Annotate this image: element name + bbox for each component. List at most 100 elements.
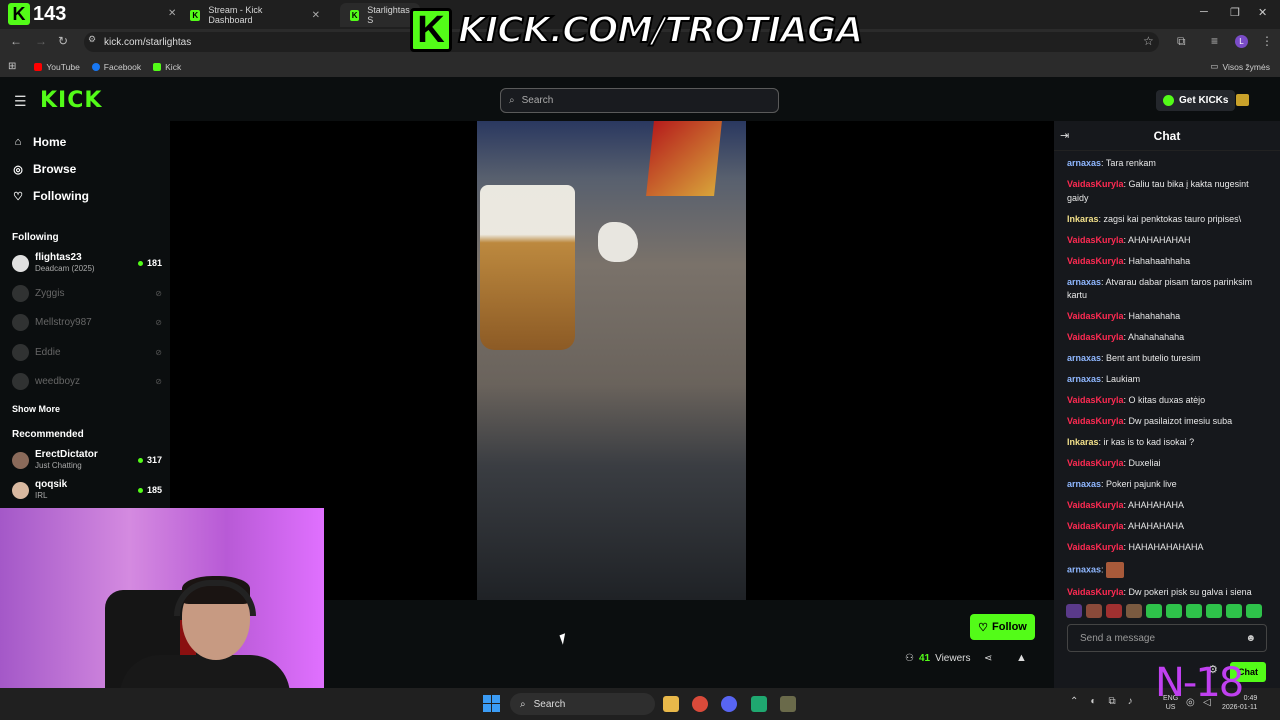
- emote-bar[interactable]: [1066, 604, 1262, 618]
- emote-icon[interactable]: [1106, 604, 1122, 618]
- chat-message: VaidasKuryla: Hahahaahhaha: [1067, 255, 1191, 266]
- chat-text: O kitas duxas atėjo: [1128, 395, 1206, 405]
- nav-following[interactable]: ♡ Following: [12, 189, 89, 203]
- chat-username[interactable]: VaidasKuryla: [1067, 416, 1124, 426]
- channel-mellstroy987[interactable]: Mellstroy987 ⊘: [12, 311, 162, 333]
- nav-home[interactable]: ⌂ Home: [12, 135, 67, 149]
- close-window-icon[interactable]: ✕: [1258, 6, 1267, 19]
- bookmark-facebook[interactable]: Facebook: [91, 62, 141, 72]
- forward-icon[interactable]: →: [35, 34, 47, 48]
- emote-icon[interactable]: [1086, 604, 1102, 618]
- chrome-icon[interactable]: [692, 696, 708, 712]
- media-icon[interactable]: ≡: [1211, 34, 1218, 48]
- chat-username[interactable]: VaidasKuryla: [1067, 587, 1124, 597]
- tray-app-icon[interactable]: ◐: [1090, 696, 1096, 707]
- channel-erectdictator[interactable]: ErectDictator Just Chatting 317: [12, 449, 162, 471]
- chat-input-placeholder: Send a message: [1080, 632, 1156, 644]
- emote-icon[interactable]: [1146, 604, 1162, 618]
- chat-text: AHAHAHAHA: [1128, 500, 1185, 510]
- site-info-icon[interactable]: ⚙: [88, 34, 96, 45]
- chat-username[interactable]: VaidasKuryla: [1067, 235, 1124, 245]
- chat-username[interactable]: arnaxas: [1067, 564, 1101, 574]
- chat-username[interactable]: VaidasKuryla: [1067, 395, 1124, 405]
- kick-logo[interactable]: KICK: [40, 88, 102, 113]
- chat-username[interactable]: arnaxas: [1067, 158, 1101, 168]
- chat-username[interactable]: VaidasKuryla: [1067, 179, 1124, 189]
- overlay-banner: K KICK.COM/TROTIAGA: [410, 5, 864, 55]
- reload-icon[interactable]: ↻: [58, 34, 68, 48]
- emote-icon[interactable]: [1226, 604, 1242, 618]
- channel-weedboyz[interactable]: weedboyz ⊘: [12, 370, 162, 392]
- emote-icon[interactable]: [1126, 604, 1142, 618]
- all-bookmarks-folder[interactable]: ▭ Visos žymės: [1210, 61, 1270, 72]
- channel-zyggis[interactable]: Zyggis ⊘: [12, 282, 162, 304]
- discord-icon[interactable]: [721, 696, 737, 712]
- channel-flightas23[interactable]: flightas23 Deadcam (2025) 181: [12, 252, 162, 274]
- search-icon: ⌕: [509, 95, 515, 106]
- kick-favicon-icon: K: [190, 9, 201, 21]
- chat-username[interactable]: VaidasKuryla: [1067, 311, 1124, 321]
- channel-qoqsik[interactable]: qoqsik IRL 185: [12, 479, 162, 501]
- app-icon[interactable]: [751, 696, 767, 712]
- bookmark-star-icon[interactable]: ☆: [1143, 34, 1154, 48]
- emote-icon[interactable]: [1186, 604, 1202, 618]
- bookmark-kick[interactable]: Kick: [153, 62, 181, 72]
- nav-browse[interactable]: ◎ Browse: [12, 162, 76, 176]
- collapse-chat-icon[interactable]: ⇥: [1060, 129, 1069, 142]
- minimize-icon[interactable]: ─: [1200, 6, 1208, 18]
- tray-app-icon[interactable]: ⧉: [1108, 696, 1115, 707]
- chat-username[interactable]: VaidasKuryla: [1067, 332, 1124, 342]
- emote-icon[interactable]: [1206, 604, 1222, 618]
- chat-username[interactable]: VaidasKuryla: [1067, 256, 1124, 266]
- browser-tab-starlightas[interactable]: K Starlightas S: [340, 3, 420, 27]
- channel-name: Eddie: [35, 346, 61, 358]
- close-tab-icon[interactable]: ✕: [312, 10, 320, 21]
- chat-header: Chat: [1054, 121, 1280, 151]
- emote-icon[interactable]: [1246, 604, 1262, 618]
- emoji-picker-icon[interactable]: ☻: [1245, 633, 1256, 644]
- chat-username[interactable]: arnaxas: [1067, 479, 1101, 489]
- chat-message: VaidasKuryla: Hahahahaha: [1067, 311, 1181, 321]
- share-icon[interactable]: ⋖: [984, 653, 992, 664]
- extensions-icon[interactable]: ⧉: [1177, 34, 1186, 49]
- profile-avatar[interactable]: L: [1235, 35, 1248, 48]
- channel-eddie[interactable]: Eddie ⊘: [12, 341, 162, 363]
- close-tab-icon[interactable]: ✕: [168, 8, 176, 19]
- channel-category: IRL: [35, 491, 48, 500]
- hamburger-menu-icon[interactable]: ☰: [14, 93, 27, 110]
- maximize-icon[interactable]: ❐: [1230, 6, 1240, 19]
- search-input[interactable]: ⌕ Search: [500, 88, 779, 113]
- chat-username[interactable]: VaidasKuryla: [1067, 458, 1124, 468]
- get-kicks-button[interactable]: Get KICKs: [1156, 90, 1236, 111]
- chat-username[interactable]: Inkaras: [1067, 437, 1099, 447]
- user-avatar[interactable]: [1236, 94, 1249, 106]
- chat-username[interactable]: arnaxas: [1067, 277, 1101, 287]
- microphone-icon[interactable]: ♪: [1128, 696, 1133, 707]
- browser-tab-dashboard[interactable]: K Stream - Kick Dashboard ✕: [180, 3, 330, 27]
- back-icon[interactable]: ←: [10, 34, 22, 48]
- chat-username[interactable]: VaidasKuryla: [1067, 542, 1124, 552]
- chat-username[interactable]: arnaxas: [1067, 353, 1101, 363]
- nav-label: Following: [33, 189, 89, 203]
- app-icon[interactable]: [780, 696, 796, 712]
- browser-menu-icon[interactable]: ⋮: [1261, 34, 1273, 48]
- apps-grid-icon[interactable]: ⊞: [8, 61, 16, 72]
- chat-username[interactable]: VaidasKuryla: [1067, 521, 1124, 531]
- follow-button[interactable]: ♡ Follow: [970, 614, 1035, 640]
- report-icon[interactable]: ▲: [1016, 652, 1027, 664]
- chat-username[interactable]: Inkaras: [1067, 214, 1099, 224]
- windows-start-icon[interactable]: [483, 695, 500, 712]
- chat-username[interactable]: VaidasKuryla: [1067, 500, 1124, 510]
- chat-message: arnaxas: Bent ant butelio turesim: [1067, 353, 1201, 363]
- emote-icon[interactable]: [1166, 604, 1182, 618]
- chat-username[interactable]: arnaxas: [1067, 374, 1101, 384]
- show-more-link[interactable]: Show More: [12, 404, 60, 414]
- chat-message-input[interactable]: Send a message ☻: [1067, 624, 1267, 652]
- file-explorer-icon[interactable]: [663, 696, 679, 712]
- bookmark-youtube[interactable]: YouTube: [34, 62, 80, 72]
- taskbar-search[interactable]: ⌕ Search: [510, 693, 655, 715]
- chevron-up-icon[interactable]: ⌃: [1070, 696, 1078, 707]
- system-tray[interactable]: ⌃ ◐ ⧉ ♪: [1070, 696, 1133, 707]
- chat-message: Inkaras: ir kas is to kad isokai ?: [1067, 437, 1195, 447]
- emote-icon[interactable]: [1066, 604, 1082, 618]
